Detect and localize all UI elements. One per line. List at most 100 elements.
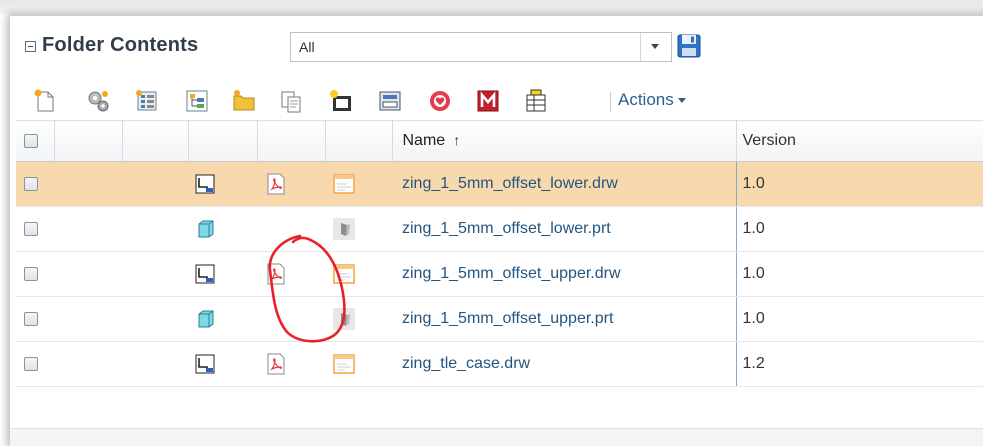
save-icon[interactable]	[676, 33, 702, 59]
version-cell: 1.0	[735, 161, 983, 207]
type-cell[interactable]	[188, 161, 257, 207]
version-cell: 1.0	[735, 206, 983, 252]
drawing-icon[interactable]	[194, 353, 216, 375]
toolbar-separator	[610, 92, 611, 112]
drawing-thumbnail-icon[interactable]	[333, 353, 355, 375]
part-icon[interactable]	[194, 218, 216, 240]
row-checkbox[interactable]	[24, 222, 38, 236]
thumbnail-cell[interactable]	[325, 161, 392, 207]
version-cell: 1.0	[735, 251, 983, 297]
caret-down-icon	[677, 98, 686, 104]
structure-icon[interactable]	[184, 88, 210, 114]
m-badge-icon[interactable]	[475, 88, 501, 114]
table-row[interactable]: zing_1_5mm_offset_upper.drw 1.0	[16, 251, 983, 297]
empty-cell	[54, 251, 122, 297]
select-all-checkbox[interactable]	[24, 134, 38, 148]
row-checkbox[interactable]	[24, 267, 38, 281]
type-cell[interactable]	[188, 251, 257, 297]
part-thumbnail-icon[interactable]	[333, 218, 355, 240]
panel-header: Folder Contents All	[10, 16, 983, 66]
new-document-icon[interactable]	[32, 88, 58, 114]
actions-label: Actions	[618, 90, 674, 109]
row-select-cell[interactable]	[16, 161, 54, 207]
thumbnail-cell[interactable]	[325, 341, 392, 387]
column-header-empty	[54, 120, 123, 162]
file-name-link[interactable]: zing_1_5mm_offset_lower.drw	[392, 161, 736, 207]
pdf-icon[interactable]	[265, 173, 287, 195]
drawing-icon[interactable]	[194, 263, 216, 285]
folder-filter-select[interactable]: All	[290, 32, 672, 62]
thumbnail-cell[interactable]	[325, 206, 392, 252]
column-header-name[interactable]: Name ↑	[392, 120, 737, 162]
gear-settings-icon[interactable]	[85, 88, 111, 114]
drawing-thumbnail-icon[interactable]	[333, 263, 355, 285]
copy-icon[interactable]	[278, 88, 304, 114]
thumbnail-cell[interactable]	[325, 296, 392, 342]
table-row[interactable]: zing_1_5mm_offset_lower.prt 1.0	[16, 206, 983, 252]
empty-cell	[122, 341, 188, 387]
row-select-cell[interactable]	[16, 206, 54, 252]
chevron-down-icon	[651, 44, 659, 49]
thumbnail-cell[interactable]	[325, 251, 392, 297]
column-header-thumbnail[interactable]	[325, 120, 393, 162]
column-header-type[interactable]	[188, 120, 258, 162]
version-cell: 1.2	[735, 341, 983, 387]
pdf-icon[interactable]	[265, 353, 287, 375]
row-checkbox[interactable]	[24, 357, 38, 371]
pdf-cell	[257, 206, 325, 252]
pdf-cell[interactable]	[257, 161, 325, 207]
file-name-link[interactable]: zing_tle_case.drw	[392, 341, 736, 387]
type-cell[interactable]	[188, 206, 257, 252]
version-cell: 1.0	[735, 296, 983, 342]
filter-dropdown-button[interactable]	[640, 33, 671, 61]
row-checkbox[interactable]	[24, 177, 38, 191]
part-icon[interactable]	[194, 308, 216, 330]
column-header-empty	[122, 120, 189, 162]
sort-ascending-icon: ↑	[453, 132, 461, 148]
column-header-version[interactable]: Version	[735, 120, 983, 162]
file-name-link[interactable]: zing_1_5mm_offset_upper.drw	[392, 251, 736, 297]
row-select-cell[interactable]	[16, 251, 54, 297]
empty-cell	[54, 161, 122, 207]
drawer-icon[interactable]	[377, 88, 403, 114]
table-pin-icon[interactable]	[523, 88, 549, 114]
table-row[interactable]: zing_1_5mm_offset_lower.drw 1.0	[16, 161, 983, 207]
table-header-row: Name ↑ Version	[16, 120, 983, 162]
empty-cell	[54, 296, 122, 342]
heart-badge-icon[interactable]	[427, 88, 453, 114]
pdf-cell[interactable]	[257, 341, 325, 387]
part-thumbnail-icon[interactable]	[333, 308, 355, 330]
file-name-link[interactable]: zing_1_5mm_offset_lower.prt	[392, 206, 736, 252]
empty-cell	[122, 251, 188, 297]
column-header-pdf[interactable]	[257, 120, 326, 162]
new-folder-icon[interactable]	[328, 88, 354, 114]
table-footer	[10, 428, 983, 446]
folder-star-icon[interactable]	[231, 88, 257, 114]
type-cell[interactable]	[188, 341, 257, 387]
folder-contents-table: Name ↑ Version zing_1_5mm_offset_lower.dr…	[16, 120, 983, 387]
name-header-label: Name	[402, 132, 446, 149]
pdf-icon[interactable]	[265, 263, 287, 285]
empty-cell	[122, 206, 188, 252]
type-cell[interactable]	[188, 296, 257, 342]
pdf-cell[interactable]	[257, 251, 325, 297]
table-row[interactable]: zing_tle_case.drw 1.2	[16, 341, 983, 387]
collapse-toggle-icon[interactable]	[25, 41, 36, 52]
table-body: zing_1_5mm_offset_lower.drw 1.0 zing_1_5mm…	[16, 161, 983, 387]
table-row[interactable]: zing_1_5mm_offset_upper.prt 1.0	[16, 296, 983, 342]
file-name-link[interactable]: zing_1_5mm_offset_upper.prt	[392, 296, 736, 342]
drawing-icon[interactable]	[194, 173, 216, 195]
select-all-column[interactable]	[16, 120, 55, 162]
row-select-cell[interactable]	[16, 296, 54, 342]
checklist-icon[interactable]	[134, 88, 160, 114]
empty-cell	[122, 296, 188, 342]
empty-cell	[54, 341, 122, 387]
pdf-cell	[257, 296, 325, 342]
actions-menu[interactable]: Actions	[618, 90, 686, 110]
row-checkbox[interactable]	[24, 312, 38, 326]
drawing-thumbnail-icon[interactable]	[333, 173, 355, 195]
empty-cell	[54, 206, 122, 252]
panel-title: Folder Contents	[42, 34, 199, 56]
row-select-cell[interactable]	[16, 341, 54, 387]
toolbar: Actions	[10, 84, 983, 118]
